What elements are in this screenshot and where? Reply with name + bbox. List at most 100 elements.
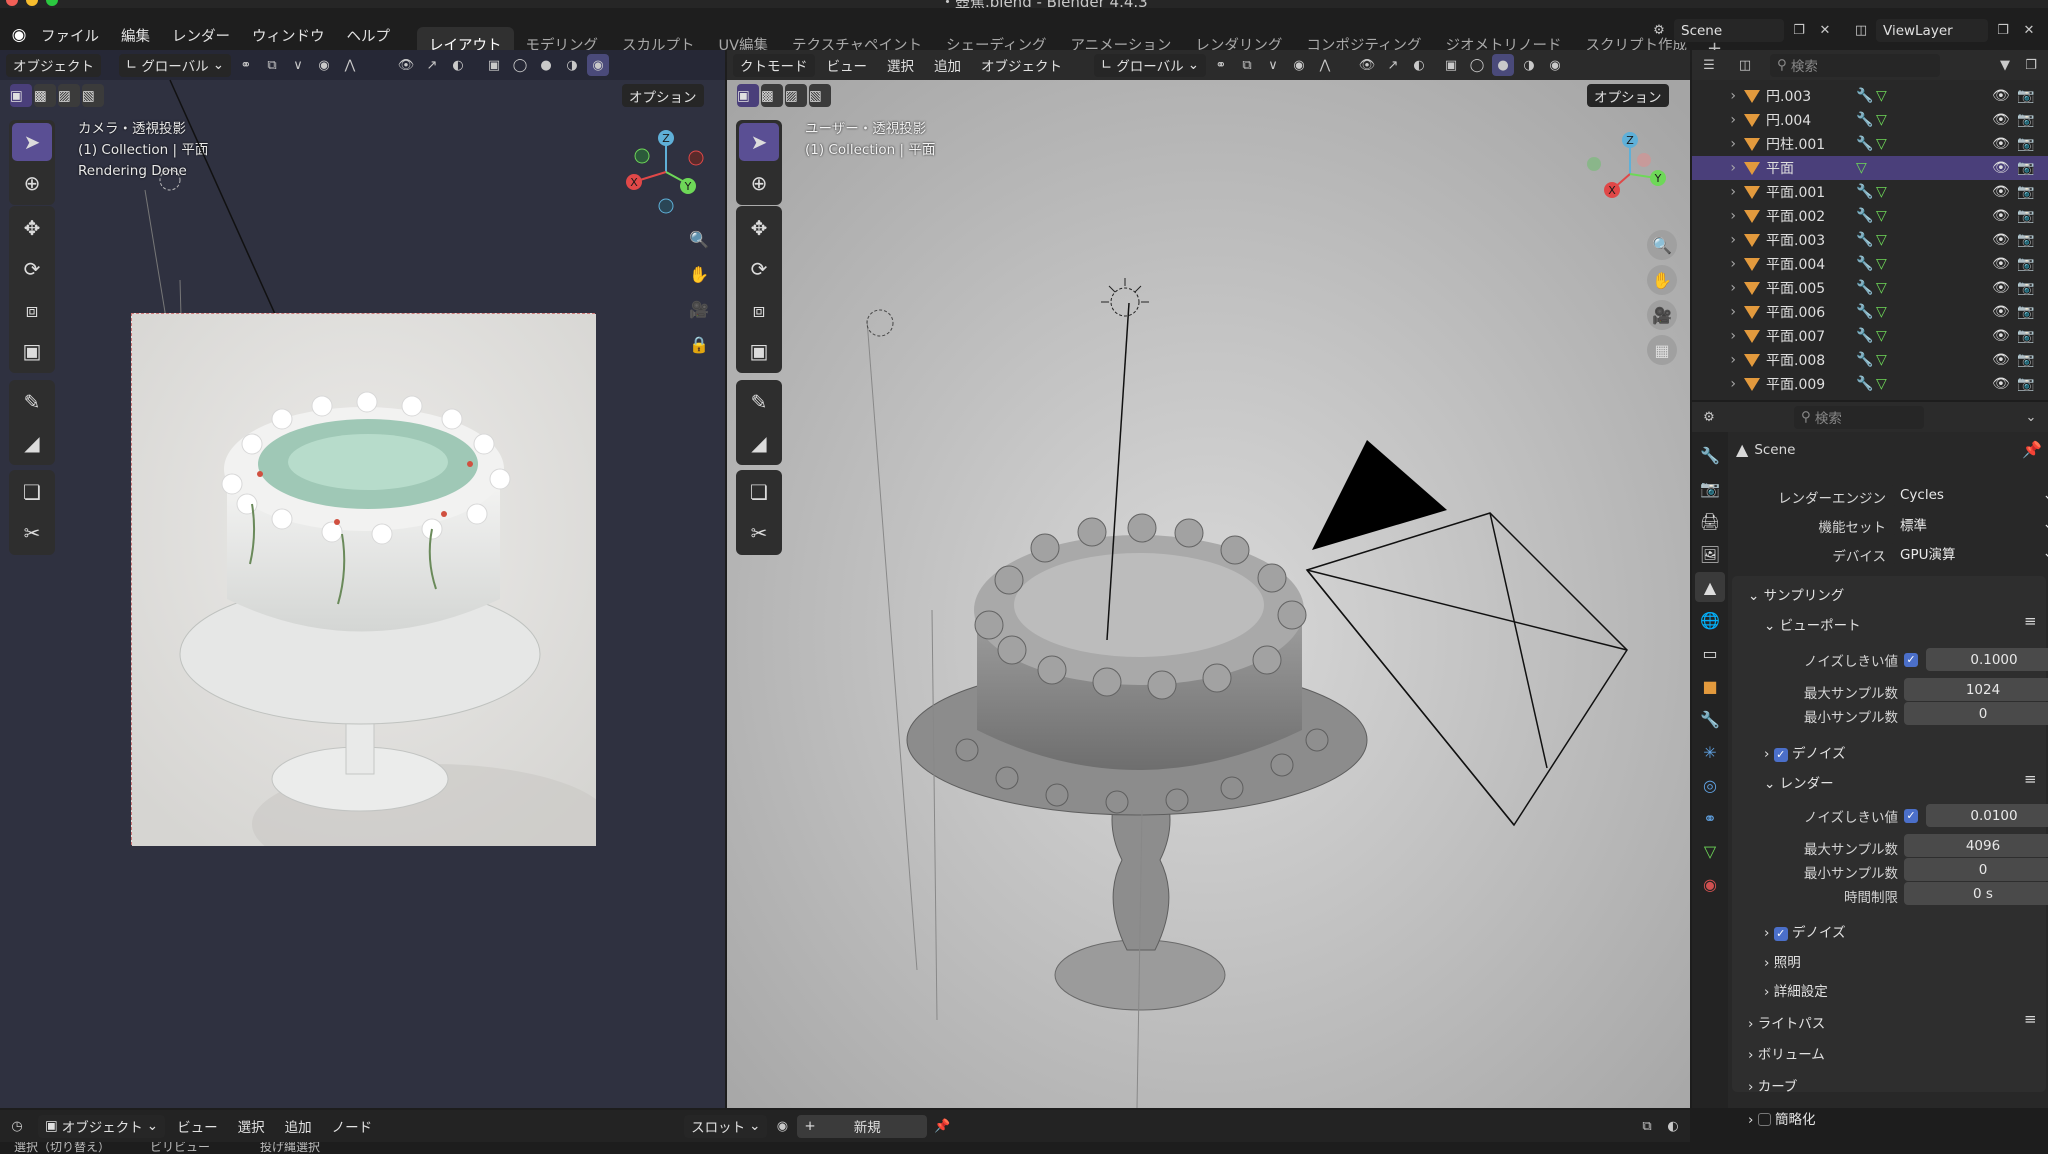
camera-viewport[interactable]: オブジェクト ∟ グローバル ⌄ ⚭ ⧉ ∨ ◉ ⋀ 👁 ↗ ◐ ▣ ◯ ● ◑ ◉…	[0, 50, 725, 1108]
remove-view-layer-icon[interactable]: ✕	[2018, 20, 2040, 42]
world-tab-icon[interactable]: 🌐	[1695, 605, 1725, 635]
new-material-button[interactable]: + 新規	[797, 1114, 928, 1138]
properties-search-input[interactable]: ⚲ 検索	[1794, 405, 1924, 429]
particles-tab-icon[interactable]: ✳	[1695, 737, 1725, 767]
simplify-checkbox[interactable]	[1757, 1113, 1771, 1126]
expand-chevron-icon[interactable]: ›	[1692, 352, 1740, 368]
copy-view-layer-icon[interactable]: ❐	[1992, 20, 2014, 42]
mesh-data-icon[interactable]: ▽	[1876, 256, 1900, 272]
new-collection-icon[interactable]: ❐	[2020, 54, 2042, 76]
modifier-tab-icon[interactable]: 🔧	[1695, 704, 1725, 734]
modifier-icon[interactable]: 🔧	[1856, 112, 1876, 128]
advanced-subpanel-header[interactable]: › 詳細設定	[1764, 980, 1828, 1000]
pivot-icon[interactable]: ⚭	[1210, 54, 1232, 76]
snap-increment-icon[interactable]: ∨	[1262, 54, 1284, 76]
snap-icon[interactable]: ⧉	[1236, 54, 1258, 76]
editor-type-icon[interactable]: ◷	[6, 1115, 28, 1137]
add-cube-tool-icon[interactable]: ❏	[739, 473, 779, 511]
camera-icon[interactable]: 📷	[2017, 280, 2034, 296]
mesh-data-icon[interactable]: ▽	[1876, 88, 1900, 104]
outliner-row[interactable]: › 円柱.001 🔧 ▽ 👁 📷	[1692, 132, 2048, 156]
modifier-icon[interactable]: 🔧	[1856, 328, 1876, 344]
view-layer-icon[interactable]: ◫	[1850, 20, 1872, 42]
camera-icon[interactable]: 📷	[2017, 208, 2034, 224]
outliner-row[interactable]: › 平面.009 🔧 ▽ 👁 📷	[1692, 372, 2048, 396]
mesh-data-icon[interactable]: ▽	[1876, 184, 1900, 200]
overlay-toggle-icon[interactable]: ◐	[1408, 54, 1430, 76]
collection-tab-icon[interactable]: ▭	[1695, 638, 1725, 668]
copy-scene-icon[interactable]: ❐	[1788, 20, 1810, 42]
render-tab-icon[interactable]: 📷	[1695, 473, 1725, 503]
mesh-data-icon[interactable]: ▽	[1876, 352, 1900, 368]
bottom-select-menu[interactable]: 選択	[230, 1116, 273, 1136]
bottom-add-menu[interactable]: 追加	[277, 1116, 320, 1136]
physics-tab-icon[interactable]: ◎	[1695, 770, 1725, 800]
blender-logo-icon[interactable]: ◉	[8, 24, 30, 46]
camera-icon[interactable]: 📷	[2017, 256, 2034, 272]
move-tool-icon[interactable]: ✥	[739, 209, 779, 247]
chevron-down-icon[interactable]: ⌄	[2020, 406, 2042, 428]
visibility-icon[interactable]: 👁	[1356, 54, 1378, 76]
render-subpanel-header[interactable]: ⌄ レンダー	[1764, 772, 1834, 792]
viewport-subpanel-header[interactable]: ⌄ ビューポート	[1764, 614, 1861, 634]
modifier-icon[interactable]: 🔧	[1856, 184, 1876, 200]
camera-icon[interactable]: 📷	[2017, 136, 2034, 152]
select-tool-icon[interactable]: ➤	[739, 123, 779, 161]
remove-scene-icon[interactable]: ✕	[1814, 20, 1836, 42]
output-tab-icon[interactable]: 🖨	[1695, 506, 1725, 536]
time-limit-field[interactable]: 0 s	[1904, 882, 2048, 905]
mesh-data-icon[interactable]: ▽	[1876, 376, 1900, 392]
camera-icon[interactable]: 📷	[2017, 352, 2034, 368]
mesh-data-icon[interactable]: ▽	[1876, 280, 1900, 296]
scale-tool-icon[interactable]: ⧈	[739, 291, 779, 329]
select-subtract-icon[interactable]: ▨	[785, 84, 807, 107]
expand-chevron-icon[interactable]: ›	[1692, 304, 1740, 320]
select-new-icon[interactable]: ▣	[737, 84, 759, 107]
viewport-denoise-checkbox[interactable]: ✓	[1773, 748, 1788, 762]
viewport-noise-field[interactable]: 0.1000	[1926, 648, 2048, 671]
lights-subpanel-header[interactable]: › 照明	[1764, 951, 1801, 971]
expand-chevron-icon[interactable]: ›	[1692, 280, 1740, 296]
scene-tab-icon[interactable]: ▲	[1695, 572, 1725, 602]
solid-shading-icon[interactable]: ●	[1492, 54, 1514, 76]
slot-dropdown[interactable]: スロット ⌄	[684, 1114, 768, 1138]
render-noise-field[interactable]: 0.0100	[1926, 804, 2048, 827]
close-window-button[interactable]	[6, 0, 18, 6]
render-noise-checkbox[interactable]: ✓	[1904, 809, 1918, 823]
bottom-view-menu[interactable]: ビュー	[169, 1116, 226, 1136]
bottom-mode-dropdown[interactable]: ▣ オブジェクト ⌄	[38, 1114, 166, 1138]
xray-icon[interactable]: ▣	[1440, 54, 1462, 76]
outliner-row[interactable]: › 平面.002 🔧 ▽ 👁 📷	[1692, 204, 2048, 228]
menu-file[interactable]: ファイル	[30, 25, 110, 46]
view-menu[interactable]: ビュー	[819, 55, 876, 75]
camera-icon[interactable]: 📷	[2017, 160, 2034, 176]
mesh-data-icon[interactable]: ▽	[1876, 208, 1900, 224]
eye-icon[interactable]: 👁	[1992, 376, 2010, 392]
camera-icon[interactable]: 📷	[2017, 112, 2034, 128]
mesh-data-icon[interactable]: ▽	[1856, 160, 1880, 176]
menu-help[interactable]: ヘルプ	[336, 25, 402, 46]
snap-toggle-icon[interactable]: ⧉	[1636, 1115, 1658, 1137]
select-menu[interactable]: 選択	[879, 55, 922, 75]
light-paths-panel-header[interactable]: › ライトパス	[1748, 1012, 1825, 1032]
outliner-row[interactable]: › 平面 ▽ 👁 📷	[1692, 156, 2048, 180]
3d-viewport[interactable]: クトモード ビュー 選択 追加 オブジェクト ∟ グローバル ⌄ ⚭ ⧉ ∨ ◉ ⋀…	[727, 50, 1690, 1108]
object-menu[interactable]: オブジェクト	[973, 55, 1070, 75]
expand-chevron-icon[interactable]: ›	[1692, 256, 1740, 272]
scale-cage-tool-icon[interactable]: ✂	[739, 514, 779, 552]
camera-icon[interactable]: 📷	[2017, 328, 2034, 344]
expand-chevron-icon[interactable]: ›	[1692, 328, 1740, 344]
outliner-row[interactable]: › 平面.005 🔧 ▽ 👁 📷	[1692, 276, 2048, 300]
expand-chevron-icon[interactable]: ›	[1692, 112, 1740, 128]
ortho-grid-icon[interactable]: ▦	[1647, 335, 1677, 365]
curves-panel-header[interactable]: › カーブ	[1748, 1075, 1797, 1095]
modifier-icon[interactable]: 🔧	[1856, 304, 1876, 320]
eye-icon[interactable]: 👁	[1992, 160, 2010, 176]
select-extend-icon[interactable]: ▩	[761, 84, 783, 107]
annotate-tool-icon[interactable]: ✎	[739, 383, 779, 421]
outliner-editor-icon[interactable]: ☰	[1698, 54, 1720, 76]
eye-icon[interactable]: 👁	[1992, 112, 2010, 128]
camera-icon[interactable]: 📷	[2017, 304, 2034, 320]
eye-icon[interactable]: 👁	[1992, 232, 2010, 248]
sampling-panel-header[interactable]: ⌄ サンプリング	[1748, 584, 1844, 604]
